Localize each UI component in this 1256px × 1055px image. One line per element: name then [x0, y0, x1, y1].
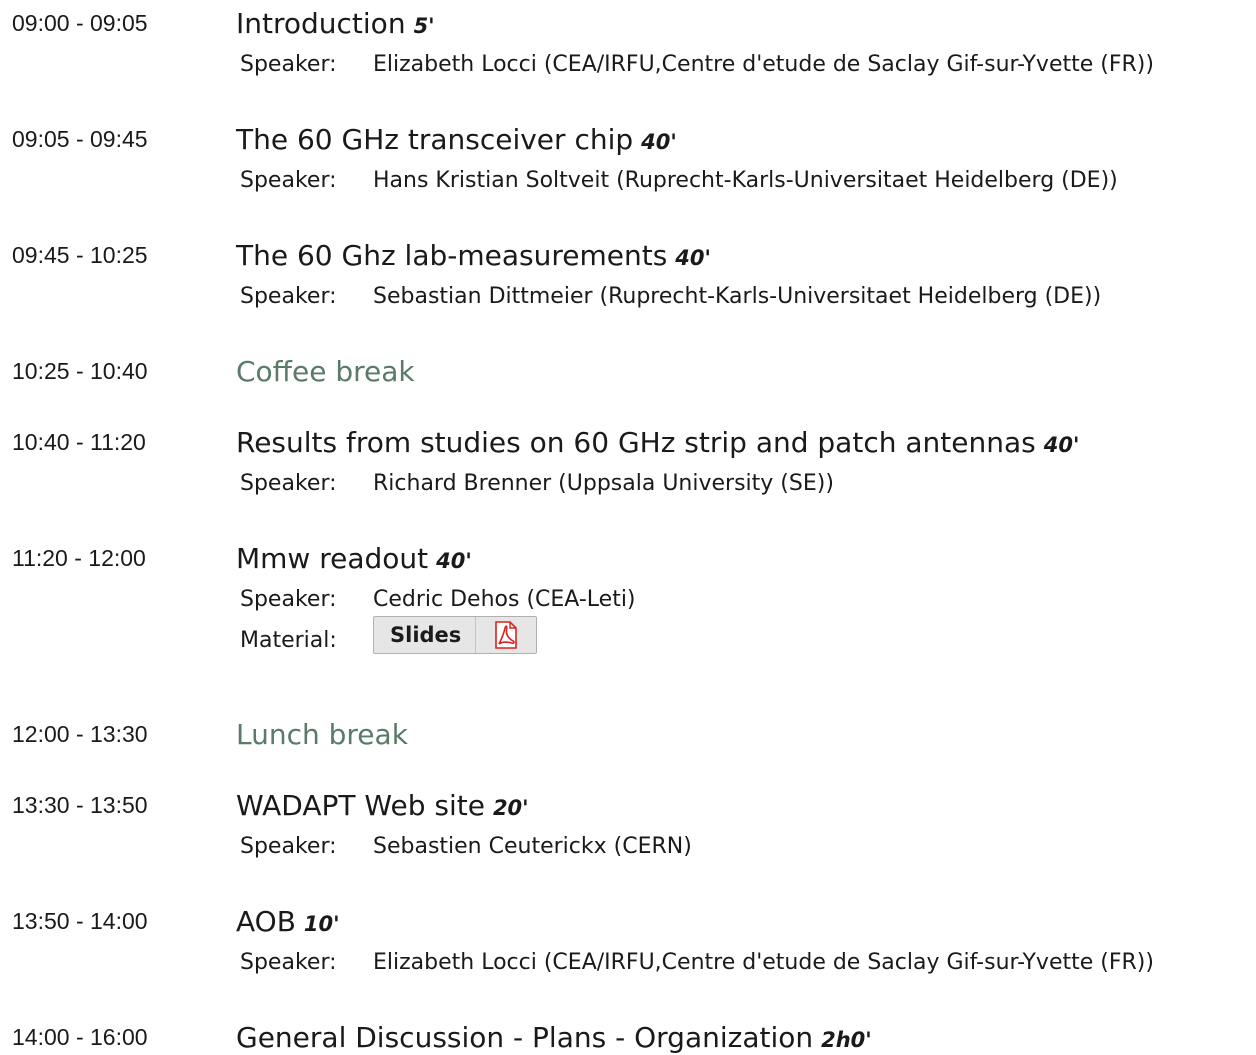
entry-title[interactable]: Mmw readout 40'	[236, 542, 472, 575]
speaker-row: Speaker: Hans Kristian Soltveit (Ruprecht…	[240, 168, 1118, 193]
entry-time: 09:45 - 10:25	[12, 242, 148, 268]
entry-duration: 20'	[492, 796, 529, 820]
entry-title-text[interactable]: The 60 GHz transceiver chip	[236, 123, 633, 156]
entry-duration: 40'	[436, 549, 472, 573]
entry-title[interactable]: The 60 GHz transceiver chip 40'	[236, 123, 677, 156]
speaker-row: Speaker: Sebastien Ceuterickx (CERN)	[240, 834, 692, 859]
entry-title[interactable]: General Discussion - Plans - Organizatio…	[236, 1021, 872, 1054]
speaker-label: Speaker:	[240, 284, 337, 309]
speaker-row: Speaker: Sebastian Dittmeier (Ruprecht-Ka…	[240, 284, 1101, 309]
speaker-row: Speaker: Elizabeth Locci (CEA/IRFU,Centre…	[240, 52, 1154, 77]
entry-duration: 10'	[303, 912, 340, 936]
entry-duration: 40'	[641, 130, 677, 154]
entry-title[interactable]: WADAPT Web site 20'	[236, 789, 529, 822]
entry-duration: 5'	[413, 14, 435, 38]
entry-time: 14:00 - 16:00	[12, 1024, 148, 1050]
entry-title[interactable]: AOB 10'	[236, 905, 340, 938]
entry-title[interactable]: Introduction 5'	[236, 7, 435, 40]
speaker-label: Speaker:	[240, 52, 337, 77]
entry-time: 13:30 - 13:50	[12, 792, 148, 818]
slides-button[interactable]: Slides	[373, 616, 538, 654]
speaker-row: Speaker: Cedric Dehos (CEA-Leti)	[240, 587, 636, 612]
material-row: Material: Slides	[240, 616, 538, 654]
speaker-label: Speaker:	[240, 834, 337, 859]
entry-title[interactable]: Results from studies on 60 GHz strip and…	[236, 426, 1079, 459]
speaker-name: Cedric Dehos (CEA-Leti)	[373, 587, 636, 612]
break-title: Lunch break	[236, 718, 408, 751]
speaker-row: Speaker: Richard Brenner (Uppsala Univers…	[240, 471, 834, 496]
speaker-name: Richard Brenner (Uppsala University (SE)…	[373, 471, 834, 496]
entry-title[interactable]: The 60 Ghz lab-measurements 40'	[236, 239, 711, 272]
entry-time: 09:00 - 09:05	[12, 10, 148, 36]
entry-title-text[interactable]: Results from studies on 60 GHz strip and…	[236, 426, 1036, 459]
speaker-name: Sebastian Dittmeier (Ruprecht-Karls-Univ…	[373, 284, 1102, 309]
entry-time: 10:40 - 11:20	[12, 429, 146, 455]
speaker-name: Elizabeth Locci (CEA/IRFU,Centre d'etude…	[373, 52, 1154, 77]
pdf-icon[interactable]	[476, 617, 536, 653]
material-label: Material:	[240, 628, 337, 653]
entry-duration: 40'	[1043, 433, 1080, 457]
entry-title-text[interactable]: WADAPT Web site	[236, 789, 485, 822]
entry-title-text[interactable]: AOB	[236, 905, 296, 938]
entry-time: 10:25 - 10:40	[12, 358, 148, 384]
speaker-name: Elizabeth Locci (CEA/IRFU,Centre d'etude…	[373, 950, 1154, 975]
entry-title-text[interactable]: Mmw readout	[236, 542, 428, 575]
speaker-label: Speaker:	[240, 168, 337, 193]
entry-title-text[interactable]: General Discussion - Plans - Organizatio…	[236, 1021, 813, 1054]
entry-time: 13:50 - 14:00	[12, 908, 148, 934]
entry-duration: 40'	[675, 246, 711, 270]
speaker-label: Speaker:	[240, 950, 337, 975]
slides-label[interactable]: Slides	[374, 617, 477, 653]
speaker-label: Speaker:	[240, 587, 337, 612]
break-title: Coffee break	[236, 355, 415, 388]
entry-title-text[interactable]: Introduction	[236, 7, 406, 40]
speaker-label: Speaker:	[240, 471, 337, 496]
speaker-name: Sebastien Ceuterickx (CERN)	[373, 834, 692, 859]
entry-time: 12:00 - 13:30	[12, 721, 148, 747]
speaker-row: Speaker: Elizabeth Locci (CEA/IRFU,Centre…	[240, 950, 1154, 975]
entry-title-text[interactable]: The 60 Ghz lab-measurements	[236, 239, 667, 272]
entry-time: 09:05 - 09:45	[12, 126, 148, 152]
speaker-name: Hans Kristian Soltveit (Ruprecht-Karls-U…	[373, 168, 1118, 193]
entry-duration: 2h0'	[821, 1028, 872, 1052]
entry-time: 11:20 - 12:00	[12, 545, 146, 571]
